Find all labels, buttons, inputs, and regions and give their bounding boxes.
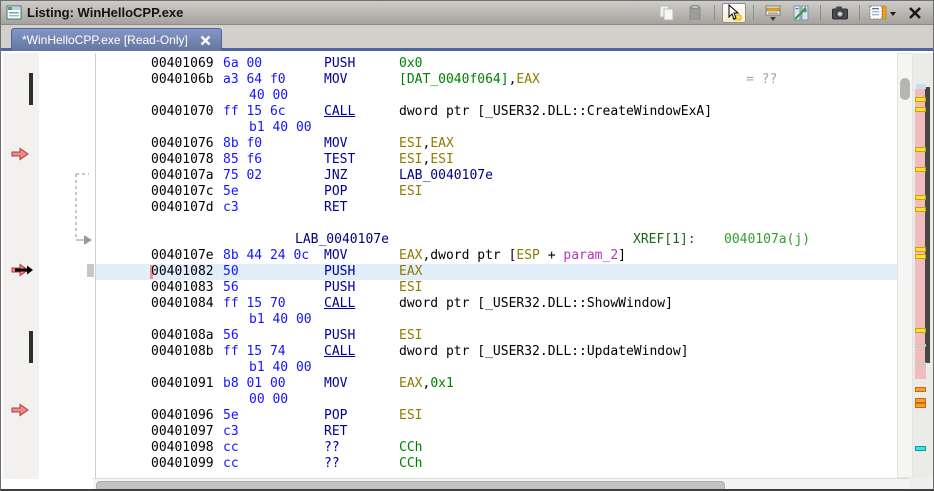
listing-row[interactable]: 0040108a56PUSHESI [96, 328, 897, 344]
listing-row[interactable]: 0040108bff 15 74CALLdword ptr [_USER32.D… [96, 344, 897, 360]
listing-row[interactable]: 40 00 [96, 88, 897, 104]
margin-selection-block [87, 264, 94, 277]
overview-marker[interactable] [915, 344, 926, 347]
horizontal-scrollbar-thumb[interactable] [96, 481, 725, 491]
vertical-scrollbar[interactable] [897, 53, 913, 478]
listing-row[interactable]: 0040107e8b 44 24 0cMOVEAX,dword ptr [ESP… [96, 248, 897, 264]
marker-margin [3, 53, 39, 479]
listing-blank-row[interactable] [96, 216, 897, 232]
toolbar-separator [820, 5, 821, 21]
listing-icon [6, 5, 22, 21]
overview-marker[interactable] [915, 97, 926, 102]
overview-marker[interactable] [915, 107, 926, 112]
copy-icon[interactable] [655, 3, 679, 23]
listing-row[interactable]: 004010696a 00PUSH0x0 [96, 56, 897, 72]
vertical-scrollbar-thumb[interactable] [900, 78, 910, 100]
listing-row[interactable]: 0040106ba3 64 f0MOV[DAT_0040f064],EAX= ?… [96, 72, 897, 88]
toolbar-separator [859, 5, 860, 21]
overview-marker[interactable] [915, 147, 926, 152]
overview-marker[interactable] [915, 387, 926, 392]
listing-row[interactable]: 00401097c3RET [96, 424, 897, 440]
diff-view-icon[interactable] [789, 3, 813, 23]
window-title: Listing: WinHelloCPP.exe [27, 5, 183, 20]
toolbar-separator [714, 5, 715, 21]
overview-marker[interactable] [915, 328, 926, 333]
overview-marker[interactable] [915, 254, 926, 259]
overview-top-mark [916, 84, 926, 89]
listing-row[interactable]: 00401084ff 15 70CALLdword ptr [_USER32.D… [96, 296, 897, 312]
horizontal-scrollbar[interactable] [93, 478, 909, 491]
listing-row[interactable]: 004010965ePOPESI [96, 408, 897, 424]
listing-row[interactable]: 0040107a75 02JNZLAB_0040107e [96, 168, 897, 184]
listing-row[interactable]: 00401091b8 01 00MOVEAX,0x1 [96, 376, 897, 392]
overview-marker[interactable] [915, 195, 926, 200]
listing-row[interactable]: 00401099cc??CCh [96, 456, 897, 472]
overview-marker[interactable] [915, 362, 926, 365]
overview-marker[interactable] [915, 167, 926, 172]
listing-row[interactable]: b1 40 00 [96, 360, 897, 376]
listing-row[interactable]: 0040107c5ePOPESI [96, 184, 897, 200]
toggle-header-icon[interactable] [761, 3, 785, 23]
listing-window: Listing: WinHelloCPP.exe [0, 0, 934, 491]
listing-row[interactable]: 00401070ff 15 6cCALLdword ptr [_USER32.D… [96, 104, 897, 120]
tab-winhellocpp[interactable]: *WinHelloCPP.exe [Read-Only] [11, 28, 222, 51]
margin-range-bar [29, 331, 33, 363]
listing-row[interactable]: 00 00 [96, 392, 897, 408]
tab-close-icon[interactable] [200, 35, 211, 46]
listing-row[interactable]: 0040108356PUSHESI [96, 280, 897, 296]
overview-dark-bar [925, 87, 930, 363]
tab-label: *WinHelloCPP.exe [Read-Only] [22, 33, 188, 47]
bookmark-arrow-icon [11, 147, 31, 166]
flow-cursor-arrow-icon [15, 263, 35, 281]
close-icon[interactable] [903, 3, 927, 23]
listing-row[interactable]: b1 40 00 [96, 120, 897, 136]
bookmark-arrow-icon [11, 403, 31, 422]
tab-bar: *WinHelloCPP.exe [Read-Only] [1, 25, 933, 51]
listing-row[interactable]: 00401098cc??CCh [96, 440, 897, 456]
snapshot-camera-icon[interactable] [828, 3, 852, 23]
listing-row[interactable]: 0040108250PUSHEAX [96, 264, 897, 280]
listing-display-options-icon[interactable] [867, 3, 899, 23]
listing-panel[interactable]: 004010696a 00PUSH0x00040106ba3 64 f0MOV[… [96, 53, 897, 478]
listing-row[interactable]: b1 40 00 [96, 312, 897, 328]
listing-row[interactable]: 0040107885 f6TESTESI,ESI [96, 152, 897, 168]
listing-label-row[interactable]: LAB_0040107eXREF[1]:0040107a(j) [96, 232, 897, 248]
cursor-location-icon[interactable] [722, 3, 746, 23]
overview-marker[interactable] [915, 247, 926, 252]
toolbar [655, 3, 933, 23]
listing-row[interactable]: 004010768b f0MOVESI,EAX [96, 136, 897, 152]
listing-row[interactable]: 0040107dc3RET [96, 200, 897, 216]
margin-range-bar [29, 73, 33, 105]
toolbar-separator [753, 5, 754, 21]
scrollbar-corner [909, 478, 933, 491]
paste-icon[interactable] [683, 3, 707, 23]
overview-marker[interactable] [915, 207, 926, 212]
overview-marker[interactable] [915, 403, 926, 408]
titlebar: Listing: WinHelloCPP.exe [1, 1, 933, 25]
overview-marker-margin[interactable] [913, 53, 933, 478]
overview-marker[interactable] [915, 446, 926, 451]
